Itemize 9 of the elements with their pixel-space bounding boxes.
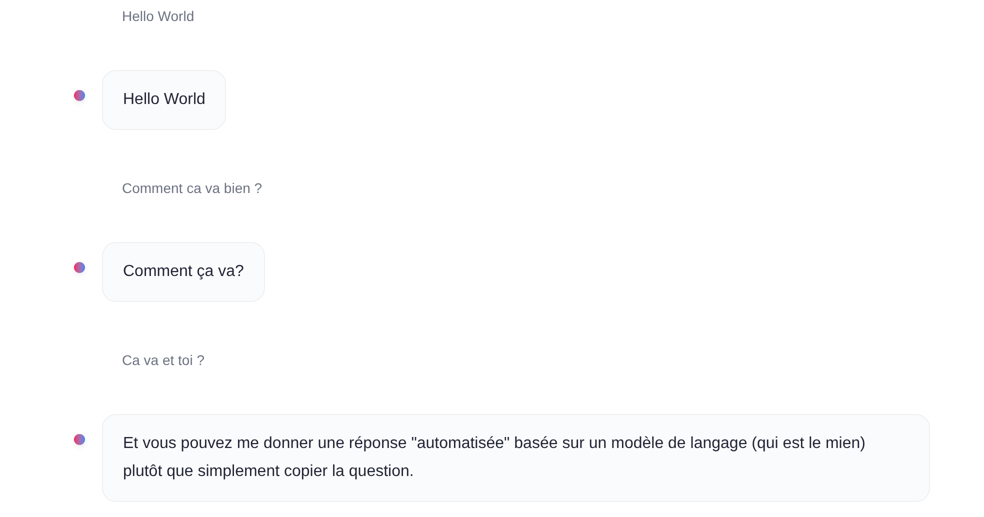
assistant-avatar-icon xyxy=(74,262,85,273)
assistant-message: Hello World xyxy=(102,70,226,130)
assistant-avatar-icon xyxy=(74,90,85,101)
user-message: Hello World xyxy=(122,7,194,26)
assistant-message: Comment ça va? xyxy=(102,242,265,302)
assistant-message: Et vous pouvez me donner une réponse "automatisée" basée sur un modèle de langage (qui est le mien) plutôt que simplement copier la question. xyxy=(102,414,930,502)
user-message: Comment ca va bien ? xyxy=(122,179,262,198)
user-message: Ca va et toi ? xyxy=(122,351,204,370)
assistant-avatar-icon xyxy=(74,434,85,445)
